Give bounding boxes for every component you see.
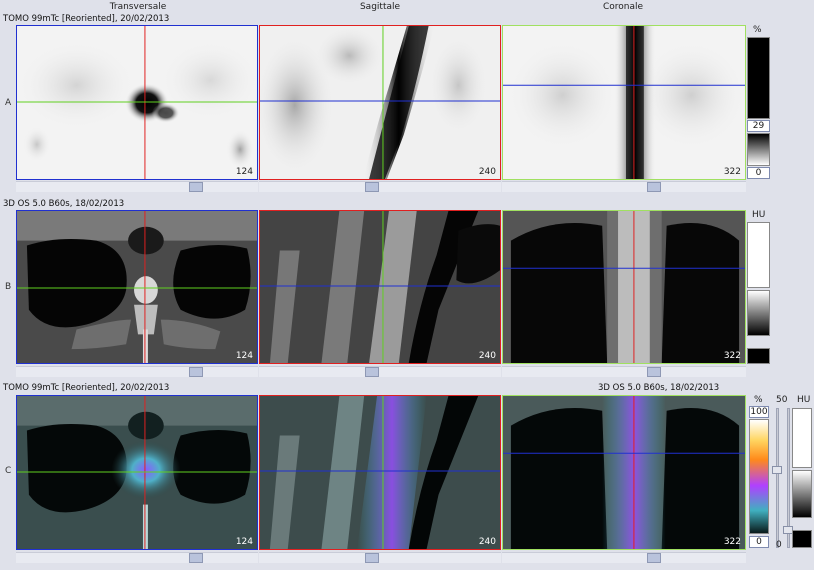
row-c-title-left: TOMO 99mTc [Reoriented], 20/02/2013	[3, 383, 170, 393]
column-header-coronale: Coronale	[602, 2, 644, 12]
scale-b-colorbar-top	[747, 222, 770, 288]
slice-number-c-transversale: 124	[235, 537, 253, 547]
ct-sagittale-image	[260, 211, 500, 363]
scale-c-bottom-slider-value: 0	[776, 540, 782, 550]
fusion-sagittale-image	[260, 396, 500, 549]
scale-c-window-value: 50	[776, 395, 788, 405]
row-b-transversale-view[interactable]: 124	[16, 210, 258, 364]
slider-thumb[interactable]	[365, 182, 379, 192]
row-a-coronale-view[interactable]: 322	[502, 25, 746, 180]
slider-thumb[interactable]	[365, 553, 379, 563]
scale-c-fusion-slider-thumb[interactable]	[772, 466, 782, 474]
row-a-sagittale-view[interactable]: 240	[259, 25, 501, 180]
slider-thumb[interactable]	[647, 367, 661, 377]
row-b-title: 3D OS 5.0 B60s, 18/02/2013	[3, 199, 125, 209]
column-header-transversale: Transversale	[109, 2, 167, 12]
row-b-coronale-view[interactable]: 322	[502, 210, 746, 364]
slice-number-b-coronale: 322	[723, 351, 741, 361]
row-c-transversale-slider[interactable]	[16, 552, 258, 563]
row-c-title-right: 3D OS 5.0 B60s, 18/02/2013	[598, 383, 720, 393]
scale-c-hu-colorbar-gradient	[792, 470, 812, 518]
slice-number-b-transversale: 124	[235, 351, 253, 361]
scale-c-hu-colorbar-bottom	[792, 530, 812, 548]
row-b-sagittale-view[interactable]: 240	[259, 210, 501, 364]
row-b-sagittale-slider[interactable]	[259, 366, 501, 377]
ct-coronale-image	[503, 211, 745, 363]
row-a-sagittale-slider[interactable]	[259, 181, 501, 192]
scale-a-lower-value[interactable]: 0	[747, 167, 770, 179]
scale-c-top-value[interactable]: 100	[749, 406, 769, 418]
scale-c-unit-right: HU	[797, 395, 811, 405]
row-c-coronale-slider[interactable]	[502, 552, 746, 563]
row-c-coronale-view[interactable]: 322	[502, 395, 746, 550]
scale-a-unit: %	[753, 25, 762, 35]
slider-thumb[interactable]	[189, 367, 203, 377]
slider-thumb[interactable]	[647, 553, 661, 563]
scale-a-colorbar-gradient	[747, 133, 770, 166]
scale-c-hu-colorbar-top	[792, 408, 812, 468]
scale-a-upper-value[interactable]: 29	[747, 120, 770, 132]
slider-thumb[interactable]	[365, 367, 379, 377]
scale-c-unit-left: %	[754, 395, 763, 405]
slice-number-b-sagittale: 240	[478, 351, 496, 361]
fusion-transversale-image	[17, 396, 257, 549]
slice-number-a-sagittale: 240	[478, 167, 496, 177]
row-a-title: TOMO 99mTc [Reoriented], 20/02/2013	[3, 14, 170, 24]
scale-c-bottom-value[interactable]: 0	[749, 536, 769, 548]
row-c-transversale-view[interactable]: 124	[16, 395, 258, 550]
slice-number-c-coronale: 322	[723, 537, 741, 547]
row-a-label: A	[5, 98, 12, 108]
spect-coronale-image	[503, 26, 745, 179]
scale-c-fusion-colorbar	[749, 419, 769, 534]
row-b-label: B	[5, 282, 12, 292]
row-c-sagittale-slider[interactable]	[259, 552, 501, 563]
row-b-coronale-slider[interactable]	[502, 366, 746, 377]
scale-a-colorbar-top	[747, 37, 770, 119]
row-c-sagittale-view[interactable]: 240	[259, 395, 501, 550]
scale-b-colorbar-gradient	[747, 290, 770, 336]
row-a-transversale-slider[interactable]	[16, 181, 258, 192]
slice-number-a-transversale: 124	[235, 167, 253, 177]
column-header-sagittale: Sagittale	[359, 2, 401, 12]
row-a-coronale-slider[interactable]	[502, 181, 746, 192]
spect-transversale-image	[17, 26, 257, 179]
slider-thumb[interactable]	[189, 182, 203, 192]
row-a-transversale-view[interactable]: 124	[16, 25, 258, 180]
ct-transversale-image	[17, 211, 257, 363]
scale-b-colorbar-bottom	[747, 348, 770, 364]
spect-sagittale-image	[260, 26, 500, 179]
fusion-coronale-image	[503, 396, 745, 549]
slider-thumb[interactable]	[647, 182, 661, 192]
scale-b-unit: HU	[752, 210, 766, 220]
slider-thumb[interactable]	[189, 553, 203, 563]
scale-c-fusion-slider-track[interactable]	[776, 408, 779, 548]
slice-number-a-coronale: 322	[723, 167, 741, 177]
row-c-label: C	[5, 466, 12, 476]
slice-number-c-sagittale: 240	[478, 537, 496, 547]
row-b-transversale-slider[interactable]	[16, 366, 258, 377]
